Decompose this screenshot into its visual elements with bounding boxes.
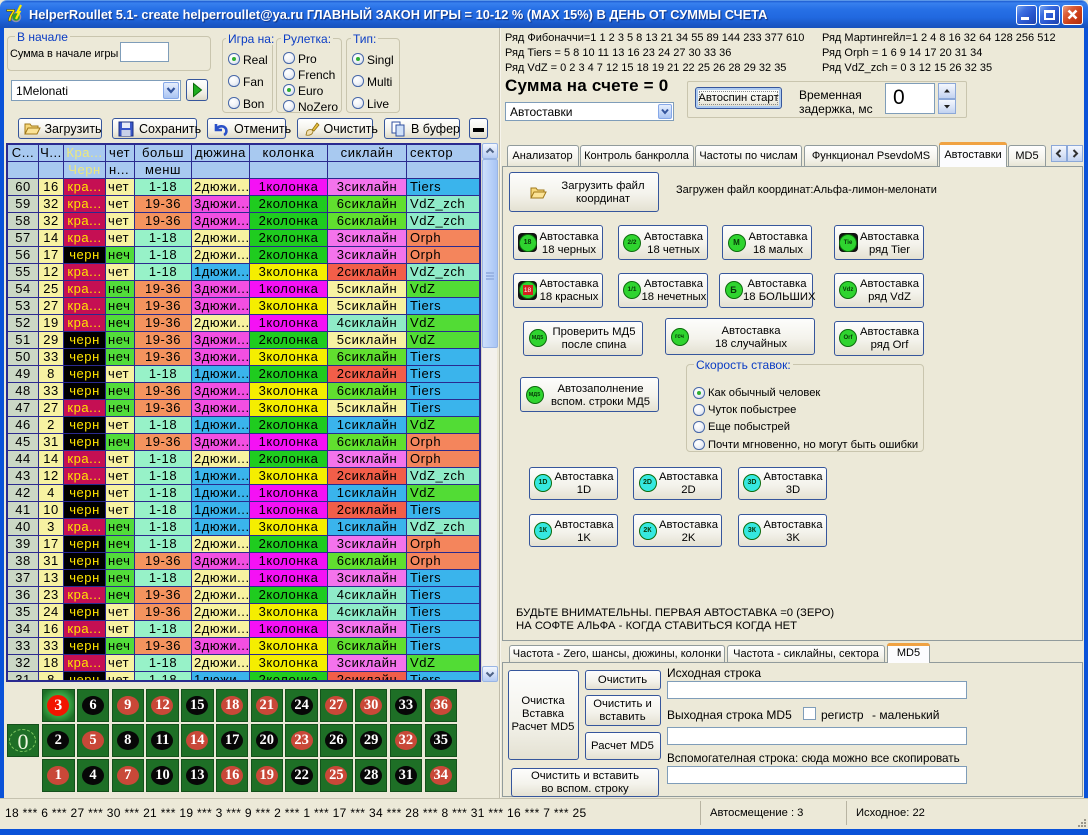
svg-text:7: 7 bbox=[6, 6, 15, 25]
